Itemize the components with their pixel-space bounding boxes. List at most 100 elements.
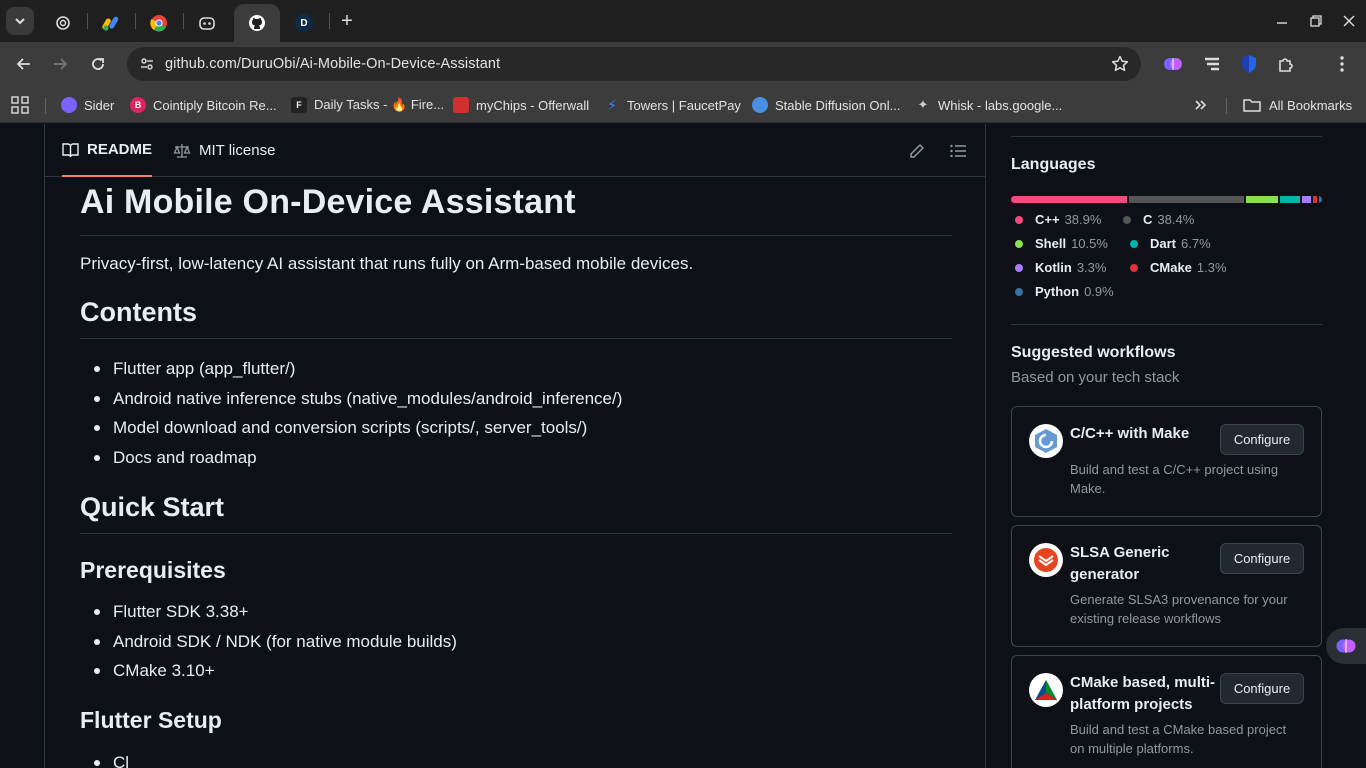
arrow-right-icon <box>54 58 68 70</box>
edit-file-button[interactable] <box>907 141 927 161</box>
workflow-title: SLSA Generic generator <box>1070 544 1170 583</box>
faucetpay-icon: ⚡ <box>607 96 617 113</box>
whisk-icon: ✦ <box>917 97 929 112</box>
configure-button[interactable]: Configure <box>1220 424 1304 455</box>
reload-button[interactable] <box>85 51 111 77</box>
bookmark-mychips[interactable]: myChips - Offerwall <box>453 95 589 115</box>
configure-button[interactable]: Configure <box>1220 673 1304 704</box>
shield-extension-button[interactable] <box>1237 52 1261 76</box>
back-button[interactable] <box>11 51 37 77</box>
tab-readme[interactable]: README <box>62 124 153 177</box>
configure-button[interactable]: Configure <box>1220 543 1304 574</box>
language-dot <box>1123 215 1131 224</box>
language-c[interactable]: C 38.4% <box>1123 212 1194 227</box>
bookmark-faucetpay[interactable]: ⚡ Towers | FaucetPay <box>604 95 741 115</box>
contents-list: Flutter app (app_flutter/) Android nativ… <box>94 354 952 472</box>
all-bookmarks-button[interactable]: All Bookmarks <box>1243 95 1352 115</box>
bookmark-stable-diffusion[interactable]: Stable Diffusion Onl... <box>752 95 901 115</box>
reload-icon <box>92 58 104 70</box>
bookmark-star-button[interactable] <box>1109 53 1131 75</box>
chrome-menu-button[interactable] <box>1330 52 1354 76</box>
restore-icon <box>1310 15 1322 27</box>
list-item: Docs and roadmap <box>94 443 952 473</box>
slsa-icon <box>1029 543 1063 577</box>
restore-button[interactable] <box>1301 9 1331 33</box>
star-icon <box>1111 55 1129 72</box>
language-bar-segment <box>1129 196 1245 203</box>
workflow-card-slsa: SLSA Generic generator Generate SLSA3 pr… <box>1011 525 1322 647</box>
google-ads-icon <box>102 16 119 31</box>
tab-github-active[interactable] <box>234 4 280 42</box>
bookmark-sider[interactable]: Sider <box>61 95 114 115</box>
prerequisites-list: Flutter SDK 3.38+ Android SDK / NDK (for… <box>94 597 952 686</box>
sider-floating-button[interactable] <box>1326 628 1366 664</box>
language-shell[interactable]: Shell 10.5% <box>1015 236 1108 251</box>
chrome-icon <box>150 15 167 32</box>
address-bar[interactable]: github.com/DuruObi/Ai-Mobile-On-Device-A… <box>127 47 1141 81</box>
readme-panel: README MIT license Ai Mobile On-Device A… <box>44 124 986 768</box>
new-tab-button[interactable]: + <box>334 8 360 34</box>
chevron-down-icon <box>15 18 25 25</box>
url-text[interactable]: github.com/DuruObi/Ai-Mobile-On-Device-A… <box>165 56 500 72</box>
tab-copilot[interactable] <box>184 4 230 42</box>
language-bar-segment <box>1319 196 1322 203</box>
book-icon <box>62 142 79 157</box>
language-bar-segment <box>1279 196 1300 203</box>
outline-button[interactable] <box>948 141 968 161</box>
language-dot <box>1015 239 1023 248</box>
quick-start-heading: Quick Start <box>80 492 952 534</box>
readme-markdown: Ai Mobile On-Device Assistant Privacy-fi… <box>80 177 952 768</box>
site-info-button[interactable] <box>135 52 159 76</box>
readme-title: Ai Mobile On-Device Assistant <box>80 177 952 236</box>
tune-icon <box>141 58 153 70</box>
language-dart[interactable]: Dart 6.7% <box>1130 236 1211 251</box>
extension-stack-button[interactable] <box>1200 52 1224 76</box>
close-window-button[interactable] <box>1334 9 1364 33</box>
site-d-icon: D <box>295 14 313 32</box>
readme-header: README MIT license <box>45 124 985 177</box>
languages-heading: Languages <box>1011 156 1096 173</box>
workflows-subtitle: Based on your tech stack <box>1011 369 1180 386</box>
forward-button[interactable] <box>47 51 73 77</box>
workflow-description: Generate SLSA3 provenance for your exist… <box>1070 592 1288 626</box>
tab-chatgpt[interactable] <box>40 4 86 42</box>
flutter-setup-heading: Flutter Setup <box>80 706 222 733</box>
language-bar-segment <box>1301 196 1312 203</box>
bookmark-cointiply[interactable]: B Cointiply Bitcoin Re... <box>130 95 277 115</box>
more-bookmarks-button[interactable] <box>1193 95 1207 115</box>
more-vert-icon <box>1340 56 1344 72</box>
workflow-description: Build and test a C/C++ project using Mak… <box>1070 462 1279 496</box>
list-item: Cl <box>94 748 952 768</box>
readme-lead: Privacy-first, low-latency AI assistant … <box>80 254 694 273</box>
list-item: CMake 3.10+ <box>94 656 952 686</box>
contents-heading: Contents <box>80 297 952 339</box>
workflow-card-cpp-make: C/C++ with Make Build and test a C/C++ p… <box>1011 406 1322 517</box>
apps-button[interactable] <box>11 95 29 115</box>
arrow-left-icon <box>16 58 30 70</box>
language-cpp[interactable]: C++ 38.9% <box>1015 212 1101 227</box>
folder-icon <box>1243 99 1261 112</box>
language-dot <box>1130 263 1138 272</box>
language-kotlin[interactable]: Kotlin 3.3% <box>1015 260 1106 275</box>
bookmark-daily-tasks[interactable]: F Daily Tasks - 🔥 Fire... <box>291 95 444 115</box>
bookmark-whisk[interactable]: ✦ Whisk - labs.google... <box>915 95 1063 115</box>
tab-search-button[interactable] <box>6 7 34 35</box>
languages-bar <box>1011 196 1322 203</box>
tab-d[interactable]: D <box>281 4 327 42</box>
workflow-description: Build and test a CMake based project on … <box>1070 722 1287 756</box>
language-python[interactable]: Python 0.9% <box>1015 284 1114 299</box>
extensions-button[interactable] <box>1274 52 1298 76</box>
puzzle-icon <box>1279 58 1293 72</box>
language-cmake[interactable]: CMake 1.3% <box>1130 260 1227 275</box>
list-item: Flutter SDK 3.38+ <box>94 597 952 627</box>
sider-brain-icon <box>1336 639 1356 653</box>
sider-icon <box>61 97 77 113</box>
tab-chromium[interactable] <box>136 4 182 42</box>
tab-google-ads[interactable] <box>88 4 134 42</box>
list-item: Android SDK / NDK (for native module bui… <box>94 627 952 657</box>
sider-extension-button[interactable] <box>1161 52 1185 76</box>
prerequisites-heading: Prerequisites <box>80 557 226 583</box>
cpp-icon <box>1029 424 1063 458</box>
tab-license[interactable]: MIT license <box>173 124 275 177</box>
minimize-button[interactable] <box>1267 9 1297 33</box>
